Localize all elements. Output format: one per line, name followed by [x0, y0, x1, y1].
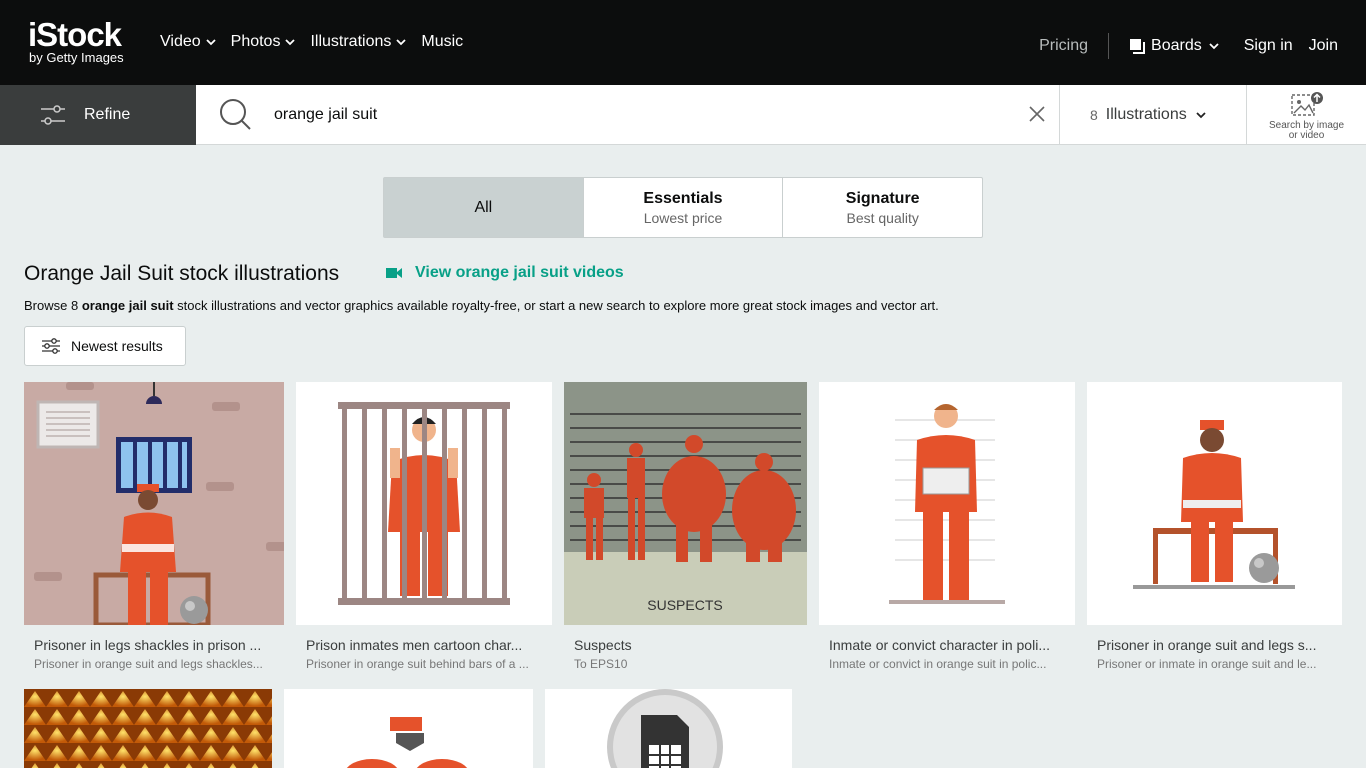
- browse-suffix: stock illustrations and vector graphics …: [173, 298, 939, 313]
- search-by-video-label: or video: [1288, 130, 1325, 141]
- result-title[interactable]: Inmate or convict character in poli...: [819, 637, 1075, 653]
- result-thumbnail[interactable]: [1087, 382, 1342, 625]
- search-input[interactable]: [274, 103, 1014, 127]
- sort-button[interactable]: Newest results: [24, 326, 186, 366]
- browse-description: Browse 8 orange jail suit stock illustra…: [24, 298, 939, 313]
- orange-scale-pattern-thumbnail[interactable]: [24, 689, 272, 768]
- tab-essentials-subtitle: Lowest price: [643, 209, 723, 226]
- boards-label: Boards: [1151, 37, 1202, 54]
- seated-prisoner-illustration: [1087, 382, 1342, 625]
- image-upload-icon: [1290, 92, 1323, 116]
- result-card[interactable]: Prisoner in orange suit and legs s... Pr…: [1087, 382, 1342, 671]
- nav-illustrations[interactable]: Illustrations: [310, 33, 407, 51]
- result-title[interactable]: Prisoner in orange suit and legs s...: [1087, 637, 1342, 653]
- result-card[interactable]: Prison inmates men cartoon char... Priso…: [296, 382, 552, 671]
- pricing-link[interactable]: Pricing: [1039, 37, 1088, 55]
- view-videos-link[interactable]: View orange jail suit videos: [386, 264, 624, 282]
- suspects-image-text: SUSPECTS: [647, 597, 722, 613]
- tab-all-title: All: [474, 198, 493, 216]
- search-bar: Refine 8 Illustrations Search by image o…: [0, 85, 1366, 145]
- account-nav: Pricing Boards Sign in Join: [1039, 33, 1338, 59]
- filter-sliders-icon: [41, 105, 65, 125]
- result-title[interactable]: Suspects: [564, 637, 807, 653]
- result-card[interactable]: SUSPECTS Suspects To EPS10: [564, 382, 807, 671]
- tab-signature-subtitle: Best quality: [846, 209, 919, 226]
- view-videos-label: View orange jail suit videos: [415, 264, 624, 281]
- result-description: To EPS10: [574, 657, 628, 671]
- sort-sliders-icon: [42, 338, 60, 354]
- tab-essentials-title: Essentials: [643, 189, 723, 207]
- search-icon[interactable]: [218, 97, 252, 131]
- license-tabs: All Essentials Lowest price Signature Be…: [383, 177, 983, 238]
- result-title[interactable]: Prisoner in legs shackles in prison ...: [24, 637, 284, 653]
- tab-all[interactable]: All: [384, 178, 584, 237]
- video-camera-icon: [386, 268, 402, 278]
- result-description: Prisoner in orange suit and legs shackle…: [34, 657, 263, 671]
- nav-music-label: Music: [421, 33, 464, 50]
- result-card[interactable]: Inmate or convict character in poli... I…: [819, 382, 1075, 671]
- chevron-down-icon: [396, 39, 407, 46]
- search-by-image-button[interactable]: Search by image or video: [1246, 85, 1366, 145]
- logo-wordmark: iStock: [28, 16, 122, 53]
- nav-photos-label: Photos: [230, 33, 281, 50]
- prisoner-behind-bars-illustration: [296, 382, 552, 625]
- nav-video[interactable]: Video: [160, 33, 217, 51]
- sim-card-icon-thumbnail[interactable]: [545, 689, 792, 768]
- page-title: Orange Jail Suit stock illustrations: [24, 262, 340, 285]
- result-count: 8: [1090, 107, 1098, 123]
- prisoner-cell-illustration: [24, 382, 284, 625]
- tab-essentials[interactable]: Essentials Lowest price: [584, 178, 784, 237]
- refine-button[interactable]: Refine: [0, 85, 196, 145]
- sort-label: Newest results: [71, 338, 163, 354]
- asset-type-label: Illustrations: [1105, 106, 1187, 123]
- prisoner-icon-thumbnail[interactable]: [284, 689, 533, 768]
- close-icon[interactable]: [1028, 105, 1046, 123]
- nav-divider: [1108, 33, 1110, 59]
- tab-signature[interactable]: Signature Best quality: [783, 178, 982, 237]
- tab-signature-title: Signature: [845, 189, 920, 207]
- result-description: Prisoner or inmate in orange suit and le…: [1097, 657, 1317, 671]
- result-description: Inmate or convict in orange suit in poli…: [829, 657, 1047, 671]
- join-link[interactable]: Join: [1309, 37, 1338, 55]
- boards-menu[interactable]: Boards: [1129, 37, 1220, 55]
- top-navigation: iStock by Getty Images Video Photos Illu…: [0, 0, 1366, 85]
- result-card[interactable]: [24, 689, 272, 768]
- suspects-lineup-illustration: SUSPECTS: [564, 382, 807, 625]
- nav-music[interactable]: Music: [421, 33, 463, 51]
- istock-logo[interactable]: iStock by Getty Images: [28, 18, 140, 68]
- browse-term: orange jail suit: [81, 298, 174, 313]
- result-card[interactable]: Prisoner in legs shackles in prison ... …: [24, 382, 284, 671]
- logo-tagline: by Getty Images: [29, 50, 124, 65]
- result-thumbnail[interactable]: [819, 382, 1075, 625]
- result-description: Prisoner in orange suit behind bars of a…: [306, 657, 529, 671]
- browse-prefix: Browse 8: [24, 298, 82, 313]
- result-card[interactable]: [284, 689, 533, 768]
- nav-photos[interactable]: Photos: [231, 33, 297, 51]
- inmate-mugshot-illustration: [819, 382, 1075, 625]
- asset-type-select[interactable]: 8 Illustrations: [1059, 85, 1246, 145]
- result-thumbnail[interactable]: SUSPECTS: [564, 382, 807, 625]
- result-thumbnail[interactable]: [296, 382, 552, 625]
- refine-label: Refine: [84, 106, 131, 123]
- result-title[interactable]: Prison inmates men cartoon char...: [296, 637, 552, 653]
- result-card[interactable]: [545, 689, 792, 768]
- nav-illustrations-label: Illustrations: [310, 33, 392, 50]
- chevron-down-icon: [1209, 43, 1219, 50]
- chevron-down-icon: [1196, 112, 1206, 119]
- chevron-down-icon: [285, 39, 296, 46]
- result-thumbnail[interactable]: [24, 382, 284, 625]
- chevron-down-icon: [206, 39, 216, 46]
- primary-nav: Video Photos Illustrations Music: [160, 33, 463, 51]
- boards-icon: [1130, 39, 1146, 54]
- signin-link[interactable]: Sign in: [1244, 37, 1293, 55]
- nav-video-label: Video: [160, 33, 201, 50]
